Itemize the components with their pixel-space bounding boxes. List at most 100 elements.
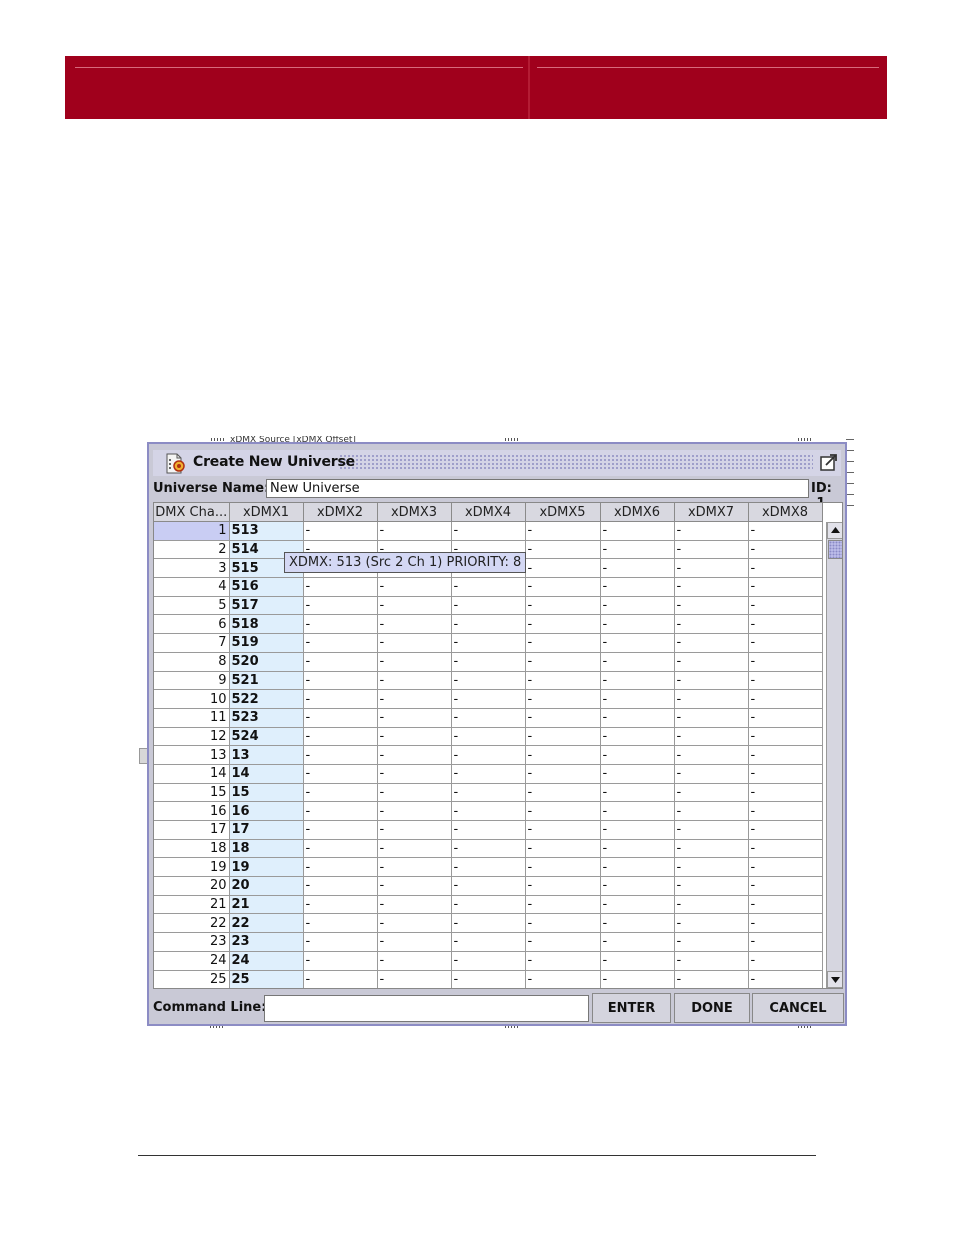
xdmx1-cell[interactable]: 17	[229, 820, 304, 840]
xdmx1-cell[interactable]: 520	[229, 652, 304, 672]
xdmx-cell[interactable]: -	[674, 895, 749, 915]
xdmx-cell[interactable]: -	[600, 857, 675, 878]
column-header[interactable]: xDMX3	[377, 503, 452, 522]
xdmx-cell[interactable]: -	[674, 951, 749, 971]
xdmx-cell[interactable]: -	[600, 895, 675, 915]
xdmx1-cell[interactable]: 18	[229, 839, 304, 859]
xdmx-cell[interactable]: -	[748, 521, 823, 541]
maximize-icon[interactable]	[819, 453, 839, 473]
xdmx-cell[interactable]: -	[451, 708, 526, 728]
table-row[interactable]: 5 517- - - - - - -	[154, 596, 823, 616]
column-header[interactable]: xDMX7	[674, 503, 749, 522]
xdmx-cell[interactable]: -	[525, 764, 601, 784]
xdmx-cell[interactable]: -	[674, 727, 749, 747]
xdmx-cell[interactable]: -	[451, 951, 526, 971]
xdmx-cell[interactable]: -	[525, 857, 601, 878]
xdmx-cell[interactable]: -	[748, 577, 823, 597]
xdmx-cell[interactable]: -	[377, 671, 452, 691]
xdmx-cell[interactable]: -	[303, 521, 378, 541]
xdmx-cell[interactable]: -	[748, 764, 823, 784]
xdmx-cell[interactable]: -	[525, 932, 601, 952]
xdmx-cell[interactable]: -	[451, 521, 526, 541]
xdmx-cell[interactable]: -	[674, 596, 749, 616]
xdmx-cell[interactable]: -	[451, 596, 526, 616]
xdmx-cell[interactable]: -	[451, 764, 526, 784]
table-row[interactable]: 25 25- - - - - - -	[154, 970, 823, 988]
dmx-channel-cell[interactable]: 20	[154, 876, 230, 896]
table-row[interactable]: 15 15- - - - - - -	[154, 783, 823, 803]
table-row[interactable]: 24 24- - - - - - -	[154, 951, 823, 971]
xdmx-cell[interactable]: -	[303, 652, 378, 672]
dmx-channel-cell[interactable]: 5	[154, 596, 230, 616]
xdmx-cell[interactable]: -	[674, 745, 749, 765]
xdmx-cell[interactable]: -	[525, 727, 601, 747]
xdmx-cell[interactable]: -	[748, 895, 823, 915]
xdmx-cell[interactable]: -	[600, 577, 675, 597]
xdmx-cell[interactable]: -	[748, 820, 823, 840]
xdmx-cell[interactable]: -	[377, 913, 452, 934]
dmx-channel-cell[interactable]: 16	[154, 801, 230, 821]
xdmx-cell[interactable]: -	[674, 876, 749, 896]
xdmx-cell[interactable]: -	[600, 727, 675, 747]
xdmx1-cell[interactable]: 519	[229, 633, 304, 653]
xdmx-cell[interactable]: -	[303, 764, 378, 784]
xdmx-cell[interactable]: -	[303, 839, 378, 859]
xdmx1-cell[interactable]: 517	[229, 596, 304, 616]
xdmx-cell[interactable]: -	[525, 577, 601, 597]
xdmx-cell[interactable]: -	[451, 857, 526, 878]
xdmx-cell[interactable]: -	[600, 521, 675, 541]
table-row[interactable]: 22 22- - - - - - -	[154, 913, 823, 934]
xdmx-cell[interactable]: -	[303, 820, 378, 840]
dmx-channel-cell[interactable]: 4	[154, 577, 230, 597]
xdmx-cell[interactable]: -	[377, 727, 452, 747]
xdmx-cell[interactable]: -	[748, 951, 823, 971]
column-header[interactable]: xDMX2	[303, 503, 378, 522]
xdmx-cell[interactable]: -	[525, 521, 601, 541]
column-header[interactable]: xDMX5	[525, 503, 601, 522]
column-header[interactable]: xDMX1	[229, 503, 304, 522]
column-header[interactable]: xDMX4	[451, 503, 526, 522]
xdmx-cell[interactable]: -	[451, 652, 526, 672]
column-header[interactable]: DMX Cha...	[154, 503, 230, 522]
xdmx-cell[interactable]: -	[451, 801, 526, 821]
xdmx1-cell[interactable]: 513	[229, 521, 304, 541]
xdmx-cell[interactable]: -	[451, 895, 526, 915]
xdmx-cell[interactable]: -	[674, 633, 749, 653]
xdmx1-cell[interactable]: 22	[229, 913, 304, 934]
xdmx-cell[interactable]: -	[600, 540, 675, 560]
xdmx-cell[interactable]: -	[674, 577, 749, 597]
xdmx-cell[interactable]: -	[377, 652, 452, 672]
table-row[interactable]: 16 16- - - - - - -	[154, 801, 823, 821]
table-row[interactable]: 14 14- - - - - - -	[154, 764, 823, 784]
xdmx-cell[interactable]: -	[451, 689, 526, 709]
xdmx-cell[interactable]: -	[600, 745, 675, 765]
xdmx-cell[interactable]: -	[674, 614, 749, 635]
xdmx-cell[interactable]: -	[525, 558, 601, 579]
xdmx-cell[interactable]: -	[377, 970, 452, 988]
xdmx-cell[interactable]: -	[748, 876, 823, 896]
xdmx-cell[interactable]: -	[525, 540, 601, 560]
dmx-channel-cell[interactable]: 15	[154, 783, 230, 803]
xdmx-cell[interactable]: -	[525, 970, 601, 988]
table-row[interactable]: 20 20- - - - - - -	[154, 876, 823, 896]
xdmx-cell[interactable]: -	[525, 745, 601, 765]
table-row[interactable]: 19 19- - - - - - -	[154, 857, 823, 878]
dmx-channel-cell[interactable]: 1	[154, 521, 230, 541]
xdmx-cell[interactable]: -	[674, 540, 749, 560]
column-header[interactable]: xDMX8	[748, 503, 823, 522]
xdmx-cell[interactable]: -	[377, 783, 452, 803]
dmx-channel-cell[interactable]: 8	[154, 652, 230, 672]
xdmx-cell[interactable]: -	[748, 783, 823, 803]
scroll-down-button[interactable]	[827, 971, 842, 988]
dmx-channel-cell[interactable]: 14	[154, 764, 230, 784]
table-row[interactable]: 23 23- - - - - - -	[154, 932, 823, 952]
table-row[interactable]: 21 21- - - - - - -	[154, 895, 823, 915]
xdmx-cell[interactable]: -	[525, 876, 601, 896]
xdmx-cell[interactable]: -	[748, 708, 823, 728]
xdmx-cell[interactable]: -	[377, 745, 452, 765]
xdmx-cell[interactable]: -	[748, 633, 823, 653]
table-row[interactable]: 9 521- - - - - - -	[154, 671, 823, 691]
dmx-channel-cell[interactable]: 21	[154, 895, 230, 915]
xdmx-cell[interactable]: -	[525, 951, 601, 971]
xdmx-cell[interactable]: -	[674, 708, 749, 728]
